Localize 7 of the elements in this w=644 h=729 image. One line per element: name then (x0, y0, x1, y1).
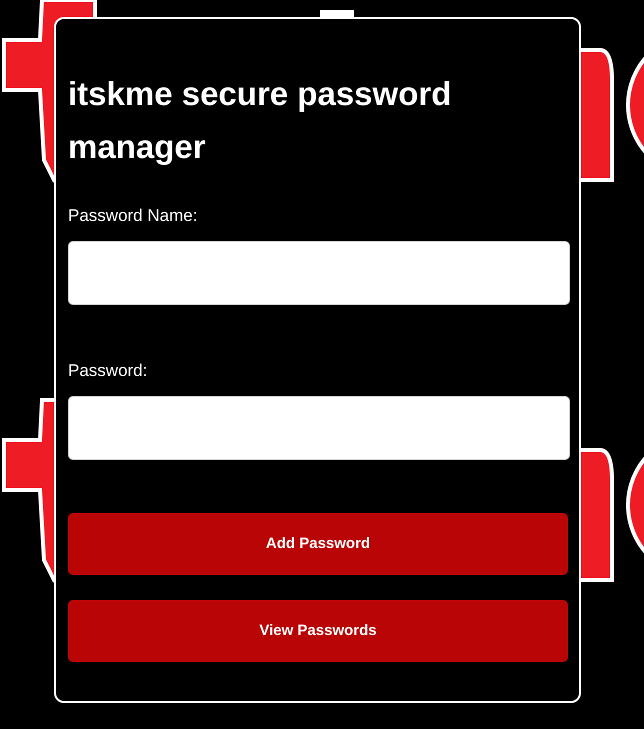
app-title: itskme secure password manager (68, 74, 452, 167)
action-button[interactable]: View Passwords (68, 600, 568, 662)
field-label: Password Name: (68, 205, 198, 227)
input-field[interactable] (68, 396, 570, 460)
field-label: Password: (68, 360, 148, 382)
input-field[interactable] (68, 241, 570, 305)
action-button[interactable]: Add Password (68, 513, 568, 575)
